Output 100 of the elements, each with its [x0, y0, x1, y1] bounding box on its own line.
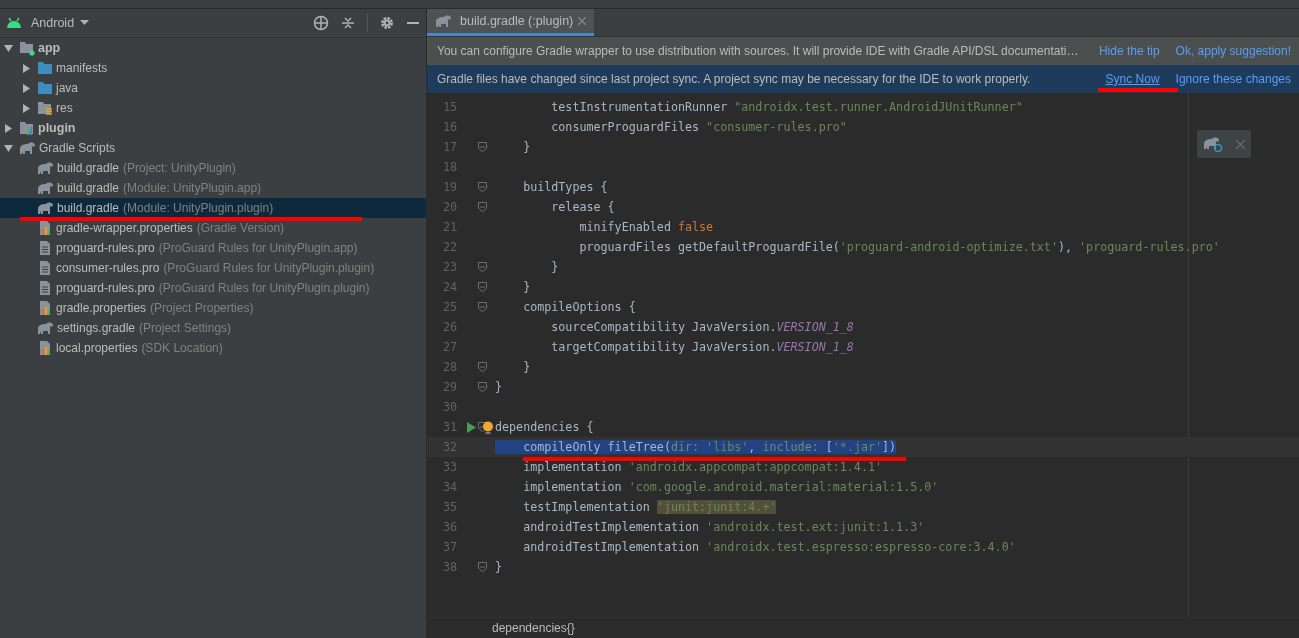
- expanded-arrow-icon[interactable]: [4, 43, 13, 53]
- line-number: 24: [441, 280, 457, 294]
- settings-icon[interactable]: [380, 16, 394, 30]
- lightbulb-icon[interactable]: [482, 421, 494, 435]
- expanded-arrow-icon[interactable]: [4, 143, 13, 153]
- collapsed-arrow-icon[interactable]: [22, 83, 31, 93]
- caret-icon: [80, 20, 90, 26]
- android-icon: [6, 17, 22, 29]
- line-number: 30: [441, 400, 457, 414]
- elephant-icon: [37, 321, 54, 335]
- tree-item[interactable]: build.gradle (Module: UnityPlugin.plugin): [0, 198, 426, 218]
- line-number: 29: [441, 380, 457, 394]
- elephant-sync-icon[interactable]: [1203, 136, 1224, 152]
- code-line: implementation 'com.google.android.material:material:1.5.0': [522, 480, 939, 494]
- collapse-icon[interactable]: [341, 16, 355, 30]
- tree-item[interactable]: build.gradle (Module: UnityPlugin.app): [0, 178, 426, 198]
- code-line: androidTestImplementation 'androidx.test.ext:junit:1.1.3': [522, 520, 925, 534]
- tree-item[interactable]: manifests: [0, 58, 426, 78]
- tree-item[interactable]: local.properties (SDK Location): [0, 338, 426, 358]
- elephant-icon: [37, 161, 54, 175]
- collapsed-arrow-icon[interactable]: [22, 103, 31, 113]
- code-line: targetCompatibility JavaVersion.VERSION_1_8: [550, 340, 854, 354]
- banner-link[interactable]: Ignore these changes: [1175, 72, 1291, 86]
- fold-marker-icon[interactable]: [477, 201, 487, 213]
- code-line: }: [495, 380, 503, 394]
- code-line: proguardFiles getDefaultProguardFile('proguard-android-optimize.txt'), 'proguard-rules.pro': [578, 240, 1220, 254]
- line-number: 36: [441, 520, 457, 534]
- run-icon[interactable]: [466, 421, 476, 433]
- folder-icon: [37, 60, 53, 76]
- code-line: }: [550, 260, 559, 274]
- tree-item[interactable]: java: [0, 78, 426, 98]
- line-number: 21: [441, 220, 457, 234]
- fold-marker-icon[interactable]: [477, 281, 487, 293]
- text-file-icon: [37, 240, 53, 256]
- code-line: release {: [550, 200, 615, 214]
- tree-item[interactable]: app: [0, 38, 426, 58]
- properties-file-icon: [37, 220, 53, 236]
- tree-item[interactable]: settings.gradle (Project Settings): [0, 318, 426, 338]
- close-icon[interactable]: [578, 17, 587, 25]
- line-number: 35: [441, 500, 457, 514]
- elephant-icon: [19, 141, 36, 155]
- code-line: compileOnly fileTree(dir: 'libs', include: ['*.jar']): [495, 440, 897, 454]
- breadcrumb[interactable]: dependencies{}: [492, 621, 575, 635]
- tree-item[interactable]: plugin: [0, 118, 426, 138]
- tree-item[interactable]: proguard-rules.pro (ProGuard Rules for UnityPlugin.plugin): [0, 278, 426, 298]
- line-number: 19: [441, 180, 457, 194]
- banner-link[interactable]: Ok, apply suggestion!: [1175, 44, 1291, 58]
- line-number: 26: [441, 320, 457, 334]
- tree-item[interactable]: build.gradle (Project: UnityPlugin): [0, 158, 426, 178]
- gradle-sync-popup[interactable]: [1197, 130, 1251, 158]
- text-file-icon: [37, 280, 53, 296]
- fold-marker-icon[interactable]: [477, 181, 487, 193]
- tree-item[interactable]: res: [0, 98, 426, 118]
- fold-marker-icon[interactable]: [477, 261, 487, 273]
- view-selector[interactable]: Android: [6, 16, 90, 30]
- tree-item[interactable]: gradle.properties (Project Properties): [0, 298, 426, 318]
- code-line: minifyEnabled false: [578, 220, 714, 234]
- fold-marker-icon[interactable]: [477, 381, 487, 393]
- banner-message: You can configure Gradle wrapper to use distribution with sources. It will provide IDE with Gradle API/DSL documentati…: [437, 44, 1079, 58]
- banner-link[interactable]: Sync Now: [1105, 72, 1160, 86]
- line-number: 25: [441, 300, 457, 314]
- tree-item[interactable]: consumer-rules.pro (ProGuard Rules for UnityPlugin.plugin): [0, 258, 426, 278]
- tree-item[interactable]: Gradle Scripts: [0, 138, 426, 158]
- code-line: }: [522, 280, 531, 294]
- line-number: 37: [441, 540, 457, 554]
- text-file-icon: [37, 260, 53, 276]
- elephant-icon: [37, 201, 54, 215]
- fold-marker-icon[interactable]: [477, 361, 487, 373]
- code-line: consumerProguardFiles "consumer-rules.pro": [550, 120, 847, 134]
- elephant-icon: [37, 181, 54, 195]
- code-line: testInstrumentationRunner "androidx.test.runner.AndroidJUnitRunner": [550, 100, 1023, 114]
- code-line: sourceCompatibility JavaVersion.VERSION_1_8: [550, 320, 854, 334]
- banner-link[interactable]: Hide the tip: [1098, 44, 1160, 58]
- resource-folder-icon: [37, 100, 53, 116]
- line-number: 20: [441, 200, 457, 214]
- code-line: compileOptions {: [522, 300, 636, 314]
- fold-marker-icon[interactable]: [477, 141, 487, 153]
- line-number: 34: [441, 480, 457, 494]
- line-number: 15: [441, 100, 457, 114]
- collapsed-arrow-icon[interactable]: [22, 63, 31, 73]
- editor-tab[interactable]: build.gradle (:plugin): [427, 9, 595, 36]
- module-folder-icon: [19, 40, 35, 56]
- tree-item[interactable]: proguard-rules.pro (ProGuard Rules for UnityPlugin.app): [0, 238, 426, 258]
- properties-file-icon: [37, 300, 53, 316]
- line-number: 38: [441, 560, 457, 574]
- code-line: }: [495, 560, 503, 574]
- code-line: }: [522, 360, 531, 374]
- line-number: 22: [441, 240, 457, 254]
- code-line: androidTestImplementation 'androidx.test.espresso:espresso-core:3.4.0': [522, 540, 1016, 554]
- line-number: 27: [441, 340, 457, 354]
- locate-icon[interactable]: [313, 15, 329, 31]
- line-number: 17: [441, 140, 457, 154]
- banner-message: Gradle files have changed since last project sync. A project sync may be necessary for the IDE to work properly.: [437, 72, 1031, 86]
- fold-marker-icon[interactable]: [477, 561, 487, 573]
- elephant-icon: [435, 14, 452, 28]
- line-number: 28: [441, 360, 457, 374]
- tree-item[interactable]: gradle-wrapper.properties (Gradle Version): [0, 218, 426, 238]
- collapsed-arrow-icon[interactable]: [4, 123, 13, 133]
- fold-marker-icon[interactable]: [477, 301, 487, 313]
- line-number: 18: [441, 160, 457, 174]
